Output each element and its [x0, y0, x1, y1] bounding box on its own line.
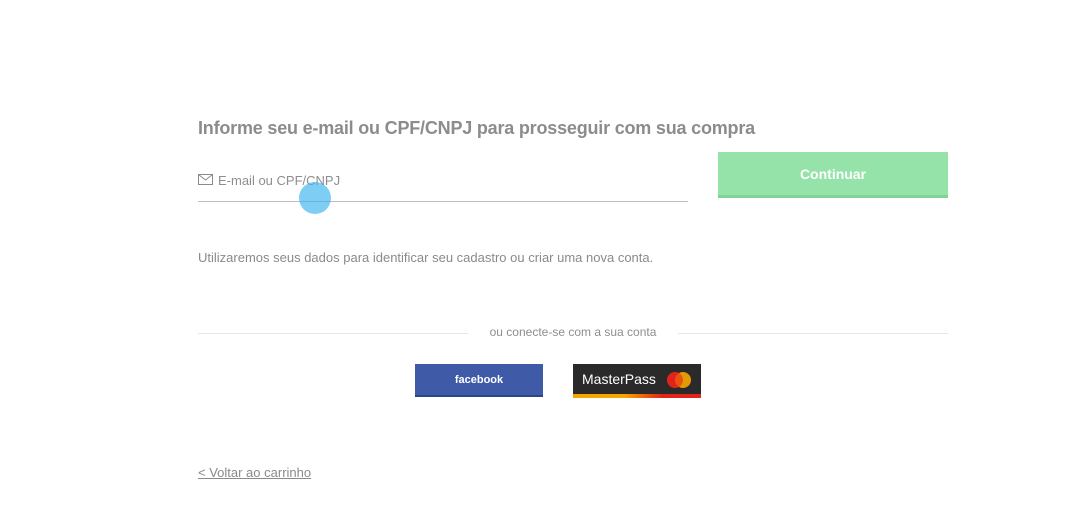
continue-button[interactable]: Continuar	[718, 152, 948, 198]
envelope-icon	[198, 174, 213, 185]
back-to-cart-link[interactable]: < Voltar ao carrinho	[198, 465, 311, 480]
checkout-identification-page: Informe seu e-mail ou CPF/CNPJ para pros…	[0, 0, 1078, 519]
masterpass-login-button[interactable]: MasterPass	[573, 364, 701, 398]
email-input[interactable]	[218, 169, 678, 191]
cursor-indicator	[299, 182, 331, 214]
facebook-login-button[interactable]: facebook	[415, 364, 543, 397]
divider-line-right	[678, 333, 948, 334]
info-text: Utilizaremos seus dados para identificar…	[198, 250, 654, 265]
divider-line-left	[198, 333, 468, 334]
masterpass-stripe	[573, 394, 701, 398]
mastercard-logo-icon	[667, 372, 691, 388]
page-title: Informe seu e-mail ou CPF/CNPJ para pros…	[198, 118, 755, 138]
email-field[interactable]	[198, 164, 688, 202]
masterpass-label: MasterPass	[582, 371, 656, 387]
social-divider-text: ou conecte-se com a sua conta	[489, 325, 657, 339]
